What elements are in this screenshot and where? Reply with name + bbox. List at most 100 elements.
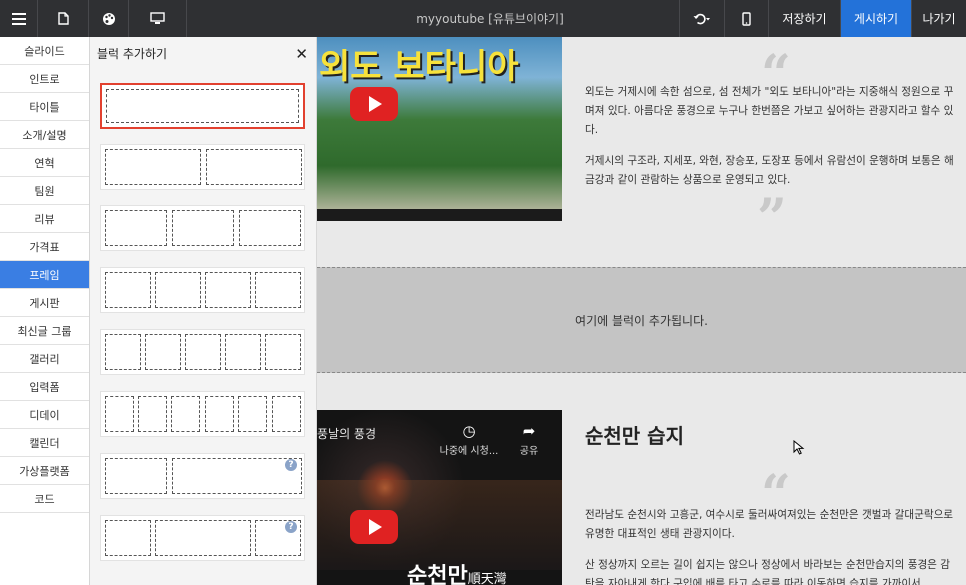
mobile-icon [742, 11, 751, 26]
drop-zone-text: 여기에 블럭이 추가됩니다. [575, 313, 708, 328]
layout-1-column[interactable] [100, 83, 305, 129]
section2-heading: 순천만 습지 [585, 424, 684, 448]
desktop-preview-button[interactable] [129, 0, 187, 37]
category-item-title[interactable]: 타이틀 [0, 93, 89, 121]
section1-paragraph-1: 외도는 거제시에 속한 섬으로, 섬 전체가 "외도 보타니아"라는 지중해식 … [585, 86, 954, 136]
category-item-about[interactable]: 소개/설명 [0, 121, 89, 149]
layout-cell [155, 272, 201, 308]
close-icon[interactable]: ✕ [295, 45, 308, 63]
layout-cell [239, 210, 301, 246]
top-toolbar: myyoutube [유튜브이야기] 저장하기 게시하기 나가기 [0, 0, 966, 37]
block-category-list: 슬라이드 인트로 타이틀 소개/설명 연혁 팀원 리뷰 가격표 프레임 게시판 … [0, 37, 90, 585]
page-icon [57, 12, 69, 25]
youtube-video-oedo[interactable]: 외도 보타니아 [317, 37, 562, 221]
layout-cell [255, 272, 301, 308]
layout-6-columns[interactable] [100, 391, 305, 437]
undo-icon [693, 13, 710, 24]
layout-cell [105, 458, 167, 494]
section1-paragraph-2: 거제시의 구조라, 지세포, 와현, 장승포, 도장포 등에서 유람선이 운행하… [585, 155, 954, 186]
layout-cell [105, 272, 151, 308]
category-item-code[interactable]: 코드 [0, 485, 89, 513]
category-item-virtual-platform[interactable]: 가상플랫폼 [0, 457, 89, 485]
section2-paragraph-2: 산 정상까지 오르는 길이 쉽지는 않으나 정상에서 바라보는 순천만습지의 풍… [585, 559, 951, 585]
category-item-dday[interactable]: 디데이 [0, 401, 89, 429]
category-item-form[interactable]: 입력폼 [0, 373, 89, 401]
undo-button[interactable] [679, 0, 725, 37]
mouse-cursor-icon [793, 440, 805, 455]
category-item-recent-group[interactable]: 최신글 그룹 [0, 317, 89, 345]
play-button[interactable] [350, 510, 398, 544]
clock-icon: ◷ [462, 422, 476, 440]
category-item-review[interactable]: 리뷰 [0, 205, 89, 233]
category-item-frame[interactable]: 프레임 [0, 261, 89, 289]
layout-2-columns[interactable] [100, 144, 305, 190]
layout-cell [205, 272, 251, 308]
mobile-preview-button[interactable] [725, 0, 769, 37]
theme-button[interactable] [89, 0, 129, 37]
layout-cell [171, 396, 200, 432]
section2-paragraph-1: 전라남도 순천시와 고흥군, 여수시로 둘러싸여져있는 순천만은 갯벌과 갈대군… [585, 509, 954, 540]
share-icon: ➦ [522, 422, 536, 440]
category-item-slide[interactable]: 슬라이드 [0, 37, 89, 65]
video-title-overlay: 순천만順天灣 [407, 558, 507, 585]
play-icon [369, 519, 382, 535]
desktop-icon [150, 12, 165, 24]
help-icon[interactable]: ? [285, 459, 297, 471]
help-icon[interactable]: ? [285, 521, 297, 533]
category-item-gallery[interactable]: 갤러리 [0, 345, 89, 373]
layout-cell [238, 396, 267, 432]
save-label: 저장하기 [782, 12, 827, 26]
layout-cell [105, 149, 201, 185]
menu-button[interactable] [0, 0, 38, 37]
layout-cell [105, 396, 134, 432]
block-drop-zone[interactable]: 여기에 블럭이 추가됩니다. [317, 267, 966, 373]
watch-later-label: 나중에 시청... [439, 446, 499, 457]
layout-cell [145, 334, 181, 370]
play-button[interactable] [350, 87, 398, 121]
panel-header: 블럭 추가하기 ✕ [90, 37, 316, 70]
add-block-panel: 블럭 추가하기 ✕ ? ? [90, 37, 317, 585]
page-button[interactable] [38, 0, 89, 37]
exit-button[interactable]: 나가기 [912, 0, 966, 37]
layout-5-columns[interactable] [100, 329, 305, 375]
video-title-overlay: 외도 보타니아 [319, 47, 519, 87]
close-quote-icon: ” [757, 188, 787, 249]
layout-cell [225, 334, 261, 370]
youtube-video-suncheon[interactable]: 풍날의 풍경 ◷ 나중에 시청... ➦ 공유 순천만順天灣 [317, 410, 562, 585]
layout-cell [205, 396, 234, 432]
layout-4-columns[interactable] [100, 267, 305, 313]
layout-1-2-1-split[interactable]: ? [100, 515, 305, 561]
layout-cell [105, 210, 167, 246]
exit-label: 나가기 [922, 12, 956, 26]
layout-cell [272, 396, 301, 432]
watch-later-button[interactable]: ◷ 나중에 시청... [439, 422, 499, 457]
video-title-label: 풍날의 풍경 [317, 427, 377, 441]
layout-cell [172, 210, 234, 246]
page-canvas: 외도 보타니아 “ 외도는 거제시에 속한 섬으로, 섬 전체가 "외도 보타니… [317, 37, 966, 585]
layout-cell [105, 334, 141, 370]
category-item-intro[interactable]: 인트로 [0, 65, 89, 93]
category-item-pricing[interactable]: 가격표 [0, 233, 89, 261]
layout-3-columns[interactable] [100, 205, 305, 251]
layout-cell [155, 520, 251, 556]
site-title: myyoutube [유튜브이야기] [416, 12, 564, 26]
category-item-board[interactable]: 게시판 [0, 289, 89, 317]
save-button[interactable]: 저장하기 [769, 0, 841, 37]
panel-title: 블럭 추가하기 [97, 47, 168, 61]
video-progress-bar [317, 209, 562, 221]
layout-cell [138, 396, 167, 432]
publish-label: 게시하기 [853, 12, 899, 26]
publish-button[interactable]: 게시하기 [841, 0, 912, 37]
category-item-calendar[interactable]: 캘린더 [0, 429, 89, 457]
menu-icon [11, 12, 26, 25]
video-title-main: 순천만 [407, 563, 468, 585]
share-label: 공유 [519, 446, 539, 457]
category-item-team[interactable]: 팀원 [0, 177, 89, 205]
category-item-history[interactable]: 연혁 [0, 149, 89, 177]
layout-cell [265, 334, 301, 370]
layout-cell [206, 149, 302, 185]
video-title-hanja: 順天灣 [467, 572, 507, 585]
play-icon [369, 96, 382, 112]
layout-1-2-split[interactable]: ? [100, 453, 305, 499]
share-button[interactable]: ➦ 공유 [499, 422, 559, 457]
